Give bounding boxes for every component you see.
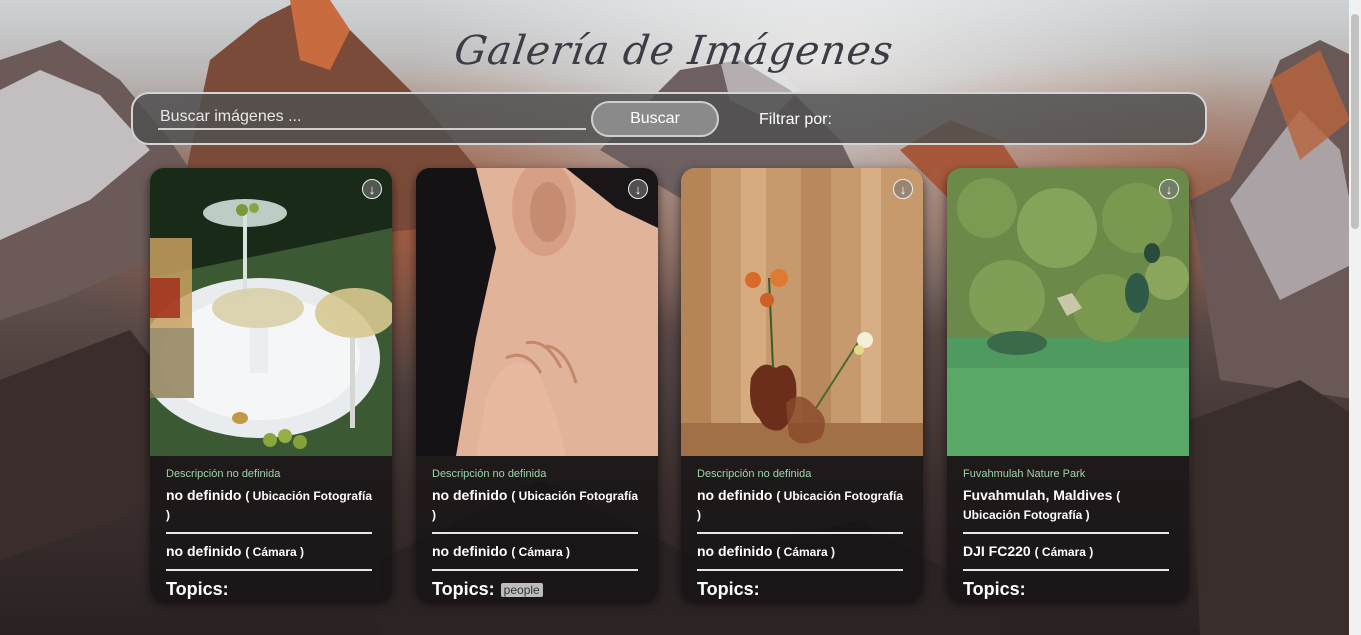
download-icon[interactable]: ↓: [362, 179, 382, 199]
card-description: Descripción no definida: [697, 468, 812, 480]
card-photo: [681, 168, 923, 456]
page-title: Galería de Imágenes: [451, 28, 897, 74]
filter-label: Filtrar por:: [759, 111, 832, 128]
search-bar: Buscar Filtrar por:: [131, 92, 1207, 145]
card-location: no definido ( Ubicación Fotografía ): [166, 486, 372, 534]
card-topics: Topics:: [697, 579, 760, 599]
card-location: Fuvahmulah, Maldives ( Ubicación Fotogra…: [963, 486, 1169, 534]
card-topics: Topics:: [963, 579, 1026, 599]
card-location: no definido ( Ubicación Fotografía ): [697, 486, 903, 534]
card-photo: [150, 168, 392, 456]
topic-tag[interactable]: people: [500, 583, 543, 598]
image-card[interactable]: ↓ Descripción no definida no definido ( …: [681, 168, 923, 600]
page-scrollbar[interactable]: [1349, 0, 1361, 635]
card-camera: no definido ( Cámara ): [697, 542, 903, 571]
download-icon[interactable]: ↓: [1159, 179, 1179, 199]
card-camera: DJI FC220 ( Cámara ): [963, 542, 1169, 571]
card-topics: Topics: people: [432, 579, 638, 600]
card-topics: Topics:: [166, 579, 229, 599]
search-input[interactable]: [158, 106, 586, 130]
card-description: Fuvahmulah Nature Park: [963, 468, 1086, 480]
card-photo: [947, 168, 1189, 456]
image-card[interactable]: ↓ Descripción no definida no definido ( …: [416, 168, 658, 600]
scrollbar-thumb[interactable]: [1351, 14, 1359, 229]
card-description: Descripción no definida: [432, 468, 547, 480]
image-card[interactable]: ↓ Fuvahmulah Nature Park Fuvahmulah, Mal…: [947, 168, 1189, 600]
card-camera: no definido ( Cámara ): [166, 542, 372, 571]
card-location: no definido ( Ubicación Fotografía ): [432, 486, 638, 534]
card-photo: [416, 168, 658, 456]
card-camera: no definido ( Cámara ): [432, 542, 638, 571]
image-card[interactable]: ↓ Descripción no definida no definido ( …: [150, 168, 392, 600]
download-icon[interactable]: ↓: [628, 179, 648, 199]
download-icon[interactable]: ↓: [893, 179, 913, 199]
card-description: Descripción no definida: [166, 468, 281, 480]
search-button[interactable]: Buscar: [591, 101, 719, 137]
